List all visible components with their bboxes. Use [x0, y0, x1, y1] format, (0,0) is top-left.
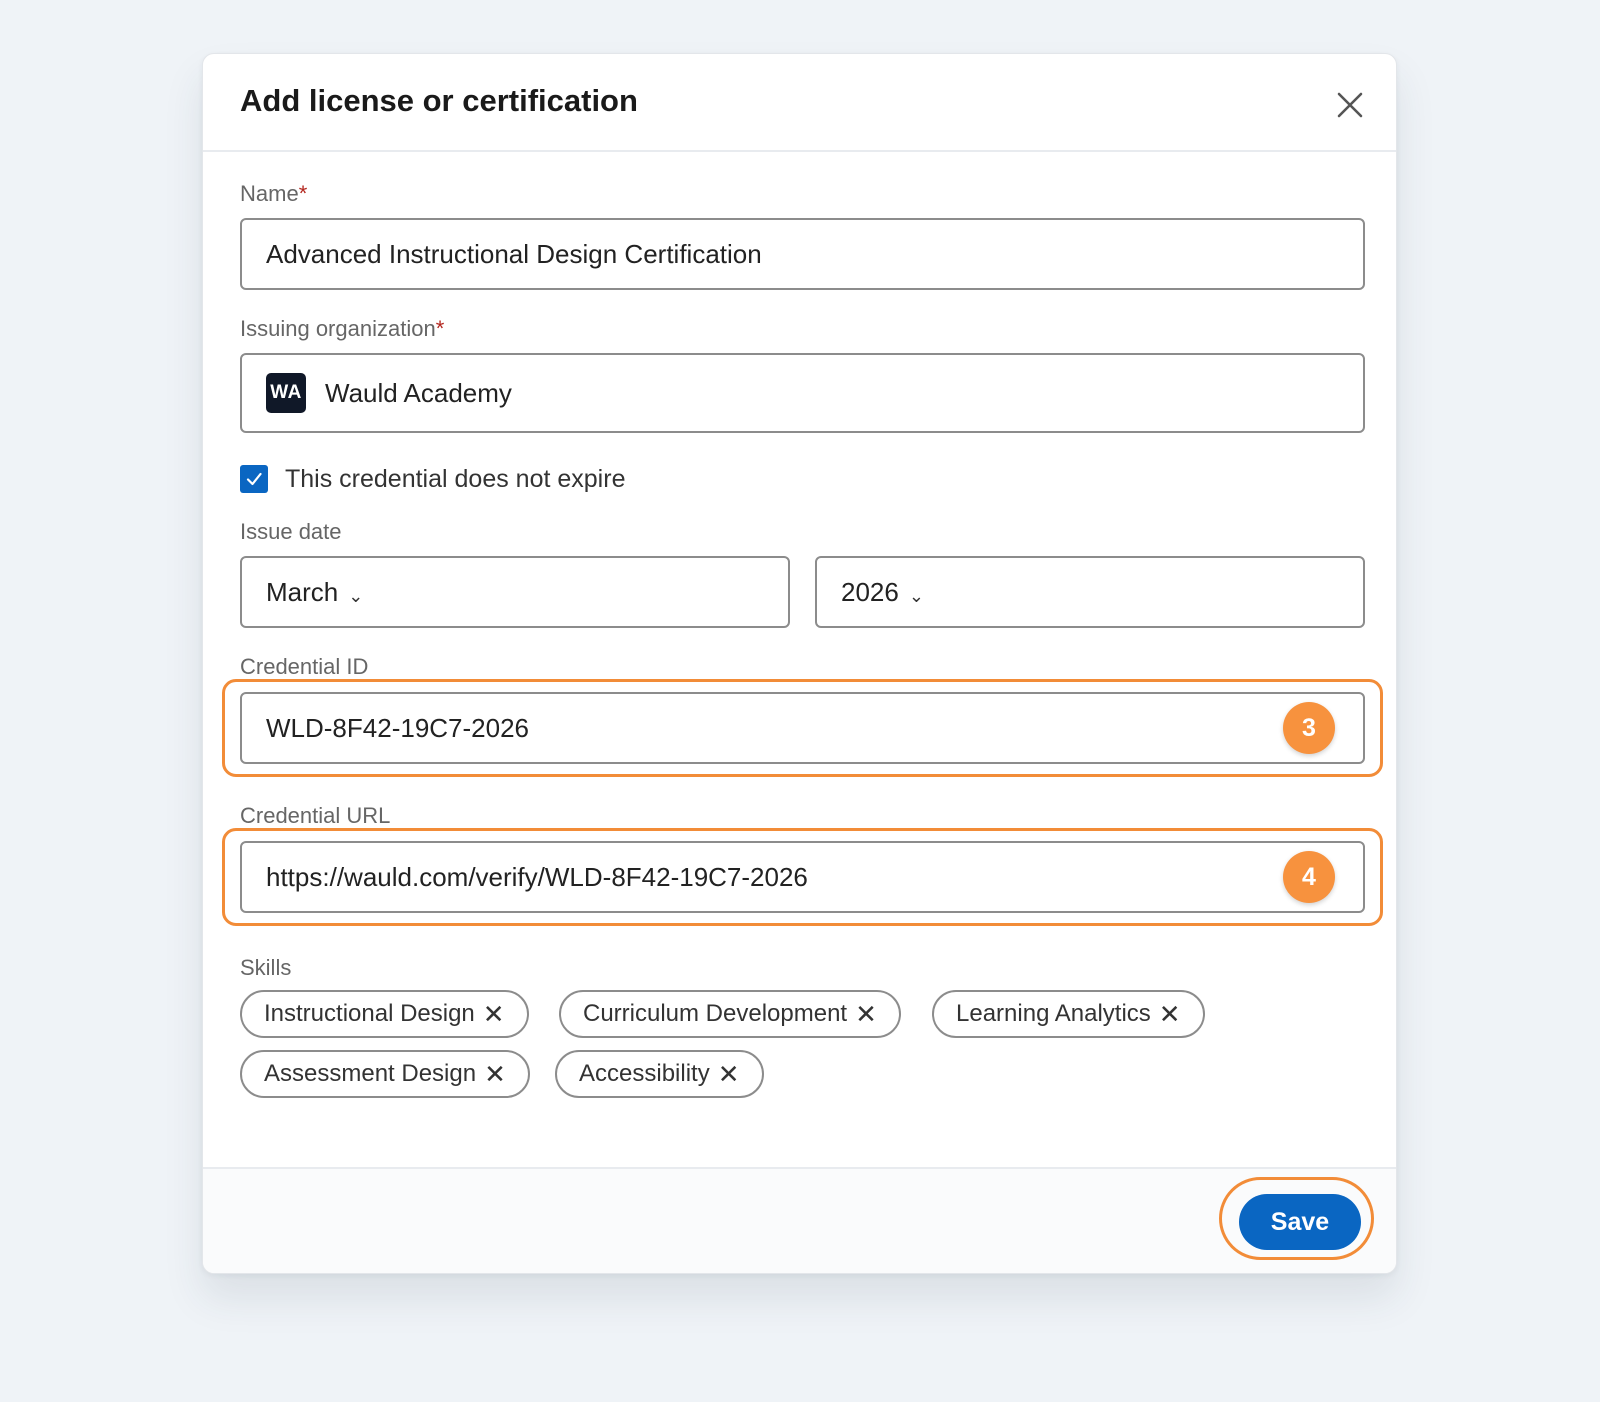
add-certification-dialog: Add license or certification Name* Advan…	[202, 53, 1397, 1274]
issue-year-value: 2026	[841, 576, 899, 607]
remove-skill-icon[interactable]: ✕	[718, 1061, 740, 1087]
remove-skill-icon[interactable]: ✕	[484, 1061, 506, 1087]
checkmark-icon	[246, 472, 262, 486]
issue-month-select[interactable]: March ⌄	[240, 556, 790, 628]
step-badge-3: 3	[1283, 702, 1335, 754]
step-badge-4: 4	[1283, 851, 1335, 903]
remove-skill-icon[interactable]: ✕	[855, 1001, 877, 1027]
name-value: Advanced Instructional Design Certificat…	[266, 238, 762, 269]
dialog-title: Add license or certification	[240, 83, 638, 118]
save-button[interactable]: Save	[1239, 1194, 1361, 1250]
skill-chip: Curriculum Development ✕	[559, 990, 901, 1038]
name-input[interactable]: Advanced Instructional Design Certificat…	[240, 218, 1365, 290]
name-label: Name*	[240, 181, 308, 206]
issue-month-value: March	[266, 576, 339, 607]
organization-value: Wauld Academy	[325, 377, 512, 408]
no-expire-checkbox[interactable]	[240, 465, 268, 493]
chevron-down-icon: ⌄	[348, 585, 364, 606]
remove-skill-icon[interactable]: ✕	[483, 1001, 505, 1027]
organization-logo: WA	[266, 373, 306, 413]
dialog-footer	[203, 1167, 1396, 1273]
credential-id-value: WLD-8F42-19C7-2026	[266, 712, 530, 743]
remove-skill-icon[interactable]: ✕	[1159, 1001, 1181, 1027]
credential-url-value: https://wauld.com/verify/WLD-8F42-19C7-2…	[266, 861, 808, 892]
credential-url-label: Credential URL	[240, 803, 391, 828]
no-expire-label: This credential does not expire	[285, 464, 626, 493]
organization-label: Issuing organization*	[240, 316, 445, 341]
credential-id-label: Credential ID	[240, 654, 369, 679]
dialog-header: Add license or certification	[203, 54, 1396, 152]
credential-id-input[interactable]: WLD-8F42-19C7-2026	[240, 692, 1365, 764]
skill-chip: Instructional Design ✕	[240, 990, 529, 1038]
no-expire-row: This credential does not expire	[240, 464, 625, 494]
skills-label: Skills	[240, 955, 292, 980]
issue-year-select[interactable]: 2026 ⌄	[815, 556, 1365, 628]
skill-chip: Accessibility ✕	[555, 1050, 764, 1098]
chevron-down-icon: ⌄	[908, 585, 924, 606]
skill-chip: Assessment Design ✕	[240, 1050, 530, 1098]
credential-url-input[interactable]: https://wauld.com/verify/WLD-8F42-19C7-2…	[240, 841, 1365, 913]
close-icon	[1337, 92, 1363, 118]
issue-date-label: Issue date	[240, 519, 342, 544]
skill-chip: Learning Analytics ✕	[932, 990, 1205, 1038]
organization-input[interactable]: WA Wauld Academy	[240, 353, 1365, 433]
close-button[interactable]	[1333, 88, 1367, 122]
